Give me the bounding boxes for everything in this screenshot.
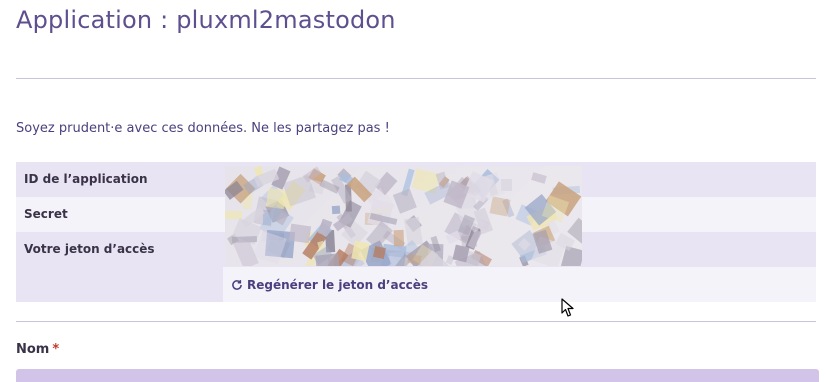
required-marker: * [52,342,60,357]
texture-shard [289,223,312,244]
mouse-pointer-icon [561,298,574,317]
texture-shard [393,229,405,246]
regenerate-token-button[interactable]: Regénérer le jeton d’accès [231,278,428,292]
texture-shard [531,171,548,184]
page-title: Application : pluxml2mastodon [16,6,396,34]
app-settings-page: Application : pluxml2mastodon Soyez prud… [0,0,826,382]
name-input[interactable] [16,369,819,382]
regenerate-token-label: Regénérer le jeton d’accès [247,277,429,292]
divider [16,78,816,79]
warning-message: Soyez prudent·e avec ces données. Ne les… [16,121,390,136]
texture-shard [372,246,386,260]
obscured-credentials-image [225,166,582,266]
credential-label: Votre jeton d’accès [24,242,155,256]
texture-shard [406,254,422,266]
texture-shard [393,188,417,214]
texture-shard [314,252,340,266]
name-label-text: Nom [16,342,50,357]
credential-label: Secret [24,207,68,221]
name-field-label: Nom * [16,342,59,357]
regenerate-row: Regénérer le jeton d’accès [16,267,816,302]
texture-shard [331,205,340,215]
refresh-icon [232,279,242,290]
credential-label: ID de l’application [24,172,148,186]
divider [16,321,816,322]
